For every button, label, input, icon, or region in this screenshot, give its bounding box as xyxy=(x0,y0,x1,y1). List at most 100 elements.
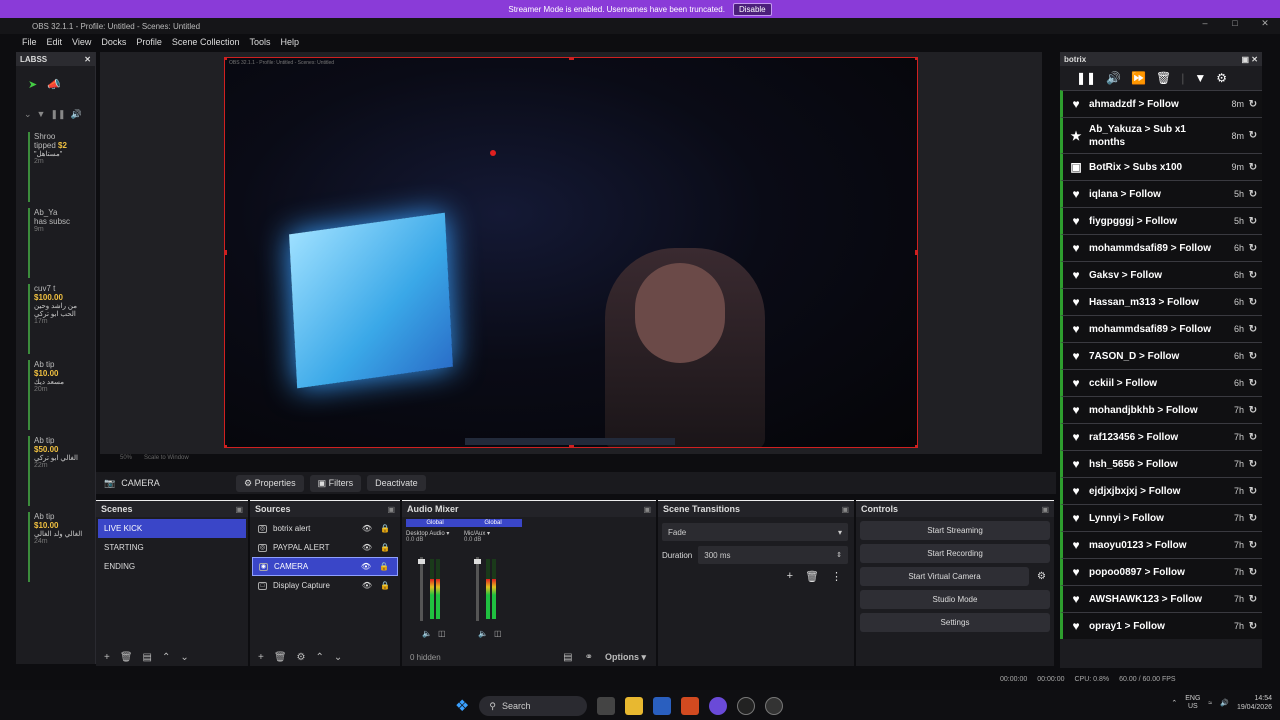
dock-close-icon[interactable]: ✕ xyxy=(84,55,91,64)
replay-icon[interactable]: ↻ xyxy=(1244,567,1262,578)
menu-scene-collection[interactable]: Scene Collection xyxy=(172,37,240,47)
camera-preview[interactable]: OBS 32.1.1 - Profile: Untitled - Scenes:… xyxy=(224,57,918,448)
speaker-icon[interactable]: 🔈 xyxy=(422,629,432,638)
move-down-icon[interactable]: ⌄ xyxy=(180,652,188,663)
visibility-eye-icon[interactable]: 👁 xyxy=(361,562,371,571)
undock-icon[interactable]: ▣ xyxy=(643,505,651,514)
source-item[interactable]: ◉ CAMERA 👁 🔒 xyxy=(252,557,398,576)
link-icon[interactable]: ⚭ xyxy=(585,652,593,663)
speaker-icon[interactable]: 🔈 xyxy=(478,629,488,638)
resize-handle[interactable] xyxy=(225,445,227,447)
start-virtual-camera-button[interactable]: Start Virtual Camera xyxy=(860,567,1030,586)
replay-icon[interactable]: ↻ xyxy=(1244,405,1262,416)
move-down-icon[interactable]: ⌄ xyxy=(334,652,342,663)
start-streaming-button[interactable]: Start Streaming xyxy=(860,521,1050,540)
move-up-icon[interactable]: ⌃ xyxy=(162,652,170,663)
clock[interactable]: 14:54 19/04/2026 xyxy=(1237,694,1272,712)
language-indicator[interactable]: ENG US xyxy=(1185,695,1200,711)
resize-handle[interactable] xyxy=(915,250,917,255)
task-view-icon[interactable] xyxy=(597,697,616,715)
filter-icon[interactable]: ▤ xyxy=(143,652,152,663)
scene-item[interactable]: LIVE KICK xyxy=(98,519,246,538)
chevron-up-icon[interactable]: ⌃ xyxy=(1171,699,1177,707)
start-recording-button[interactable]: Start Recording xyxy=(860,544,1050,563)
spinner-icon[interactable]: ⇕ xyxy=(836,551,842,559)
settings-button[interactable]: Settings xyxy=(860,613,1050,632)
menu-tools[interactable]: Tools xyxy=(249,37,270,47)
replay-icon[interactable]: ↻ xyxy=(1244,486,1262,497)
pause-icon[interactable]: ❚❚ xyxy=(50,109,65,120)
dock-close-icon[interactable]: ▣ ✕ xyxy=(1242,55,1258,64)
send-icon[interactable]: ➤ xyxy=(28,78,37,91)
replay-icon[interactable]: ↻ xyxy=(1244,189,1262,200)
studio-mode-button[interactable]: Studio Mode xyxy=(860,590,1050,609)
scene-item[interactable]: ENDING xyxy=(98,557,246,576)
zoom-level[interactable]: 50% xyxy=(120,455,132,465)
obs-icon[interactable] xyxy=(737,697,756,715)
replay-icon[interactable]: ↻ xyxy=(1244,270,1262,281)
replay-icon[interactable]: ↻ xyxy=(1244,594,1262,605)
replay-icon[interactable]: ↻ xyxy=(1244,513,1262,524)
gear-icon[interactable]: ⚙ xyxy=(297,652,306,663)
discord-icon[interactable] xyxy=(709,697,728,715)
source-item[interactable]: ◎ PAYPAL ALERT 👁 🔒 xyxy=(252,538,398,557)
pause-icon[interactable]: ❚❚ xyxy=(1076,71,1096,85)
visibility-eye-icon[interactable]: 👁 xyxy=(362,524,372,533)
replay-icon[interactable]: ↻ xyxy=(1244,243,1262,254)
menu-profile[interactable]: Profile xyxy=(136,37,162,47)
menu-docks[interactable]: Docks xyxy=(101,37,126,47)
resize-handle[interactable] xyxy=(225,58,227,60)
source-item[interactable]: □ Display Capture 👁 🔒 xyxy=(252,576,398,595)
trash-icon[interactable]: 🗑 xyxy=(805,570,819,583)
windows-start-icon[interactable]: ❖ xyxy=(455,696,469,716)
more-options-icon[interactable]: ⋮ xyxy=(831,570,842,583)
volume-icon[interactable]: 🔊 xyxy=(1220,699,1229,707)
undock-icon[interactable]: ▣ xyxy=(841,505,849,514)
volume-knob[interactable] xyxy=(418,559,425,564)
resize-handle[interactable] xyxy=(569,58,574,60)
replay-icon[interactable]: ↻ xyxy=(1244,432,1262,443)
resize-handle[interactable] xyxy=(915,445,917,447)
channel-name[interactable]: Mic/Aux ▾ xyxy=(464,530,522,537)
lock-icon[interactable]: 🔒 xyxy=(380,524,390,533)
trash-icon[interactable]: 🗑 xyxy=(1156,71,1171,85)
replay-icon[interactable]: ↻ xyxy=(1244,162,1262,173)
add-icon[interactable]: + xyxy=(258,652,264,663)
gear-icon[interactable]: ⚙ xyxy=(1037,571,1046,582)
filter-icon[interactable]: ▼ xyxy=(37,109,46,120)
layout-icon[interactable]: ▤ xyxy=(563,652,572,663)
lock-icon[interactable]: 🔒 xyxy=(380,543,390,552)
scale-mode[interactable]: Scale to Window xyxy=(144,455,189,465)
add-icon[interactable]: + xyxy=(787,570,793,583)
minimize-icon[interactable]: – xyxy=(1190,18,1220,29)
replay-icon[interactable]: ↻ xyxy=(1244,378,1262,389)
skip-icon[interactable]: ⏩ xyxy=(1131,71,1146,85)
store-icon[interactable] xyxy=(653,697,672,715)
app-icon[interactable] xyxy=(765,697,784,715)
resize-handle[interactable] xyxy=(225,250,227,255)
volume-icon[interactable]: 🔊 xyxy=(71,109,82,120)
options-button[interactable]: Options ▾ xyxy=(605,652,646,663)
taskbar-search[interactable]: ⚲ Search xyxy=(479,696,588,716)
visibility-eye-icon[interactable]: 👁 xyxy=(362,581,372,590)
trash-icon[interactable]: 🗑 xyxy=(120,652,133,663)
replay-icon[interactable]: ↻ xyxy=(1244,621,1262,632)
lock-icon[interactable]: 🔒 xyxy=(379,562,389,571)
scene-item[interactable]: STARTING xyxy=(98,538,246,557)
undock-icon[interactable]: ▣ xyxy=(1041,505,1049,514)
menu-file[interactable]: File xyxy=(22,37,37,47)
close-icon[interactable]: ✕ xyxy=(1250,18,1280,29)
replay-icon[interactable]: ↻ xyxy=(1244,540,1262,551)
chevron-down-icon[interactable]: ⌄ xyxy=(24,109,32,120)
add-icon[interactable]: + xyxy=(104,652,110,663)
replay-icon[interactable]: ↻ xyxy=(1244,459,1262,470)
volume-knob[interactable] xyxy=(474,559,481,564)
replay-icon[interactable]: ↻ xyxy=(1244,130,1262,141)
transition-select[interactable]: Fade ▾ xyxy=(662,523,848,541)
volume-slider[interactable] xyxy=(474,557,481,621)
replay-icon[interactable]: ↻ xyxy=(1244,99,1262,110)
move-up-icon[interactable]: ⌃ xyxy=(316,652,324,663)
undock-icon[interactable]: ▣ xyxy=(235,505,243,514)
gear-icon[interactable]: ⚙ xyxy=(1216,71,1227,85)
maximize-icon[interactable]: □ xyxy=(1220,18,1250,29)
